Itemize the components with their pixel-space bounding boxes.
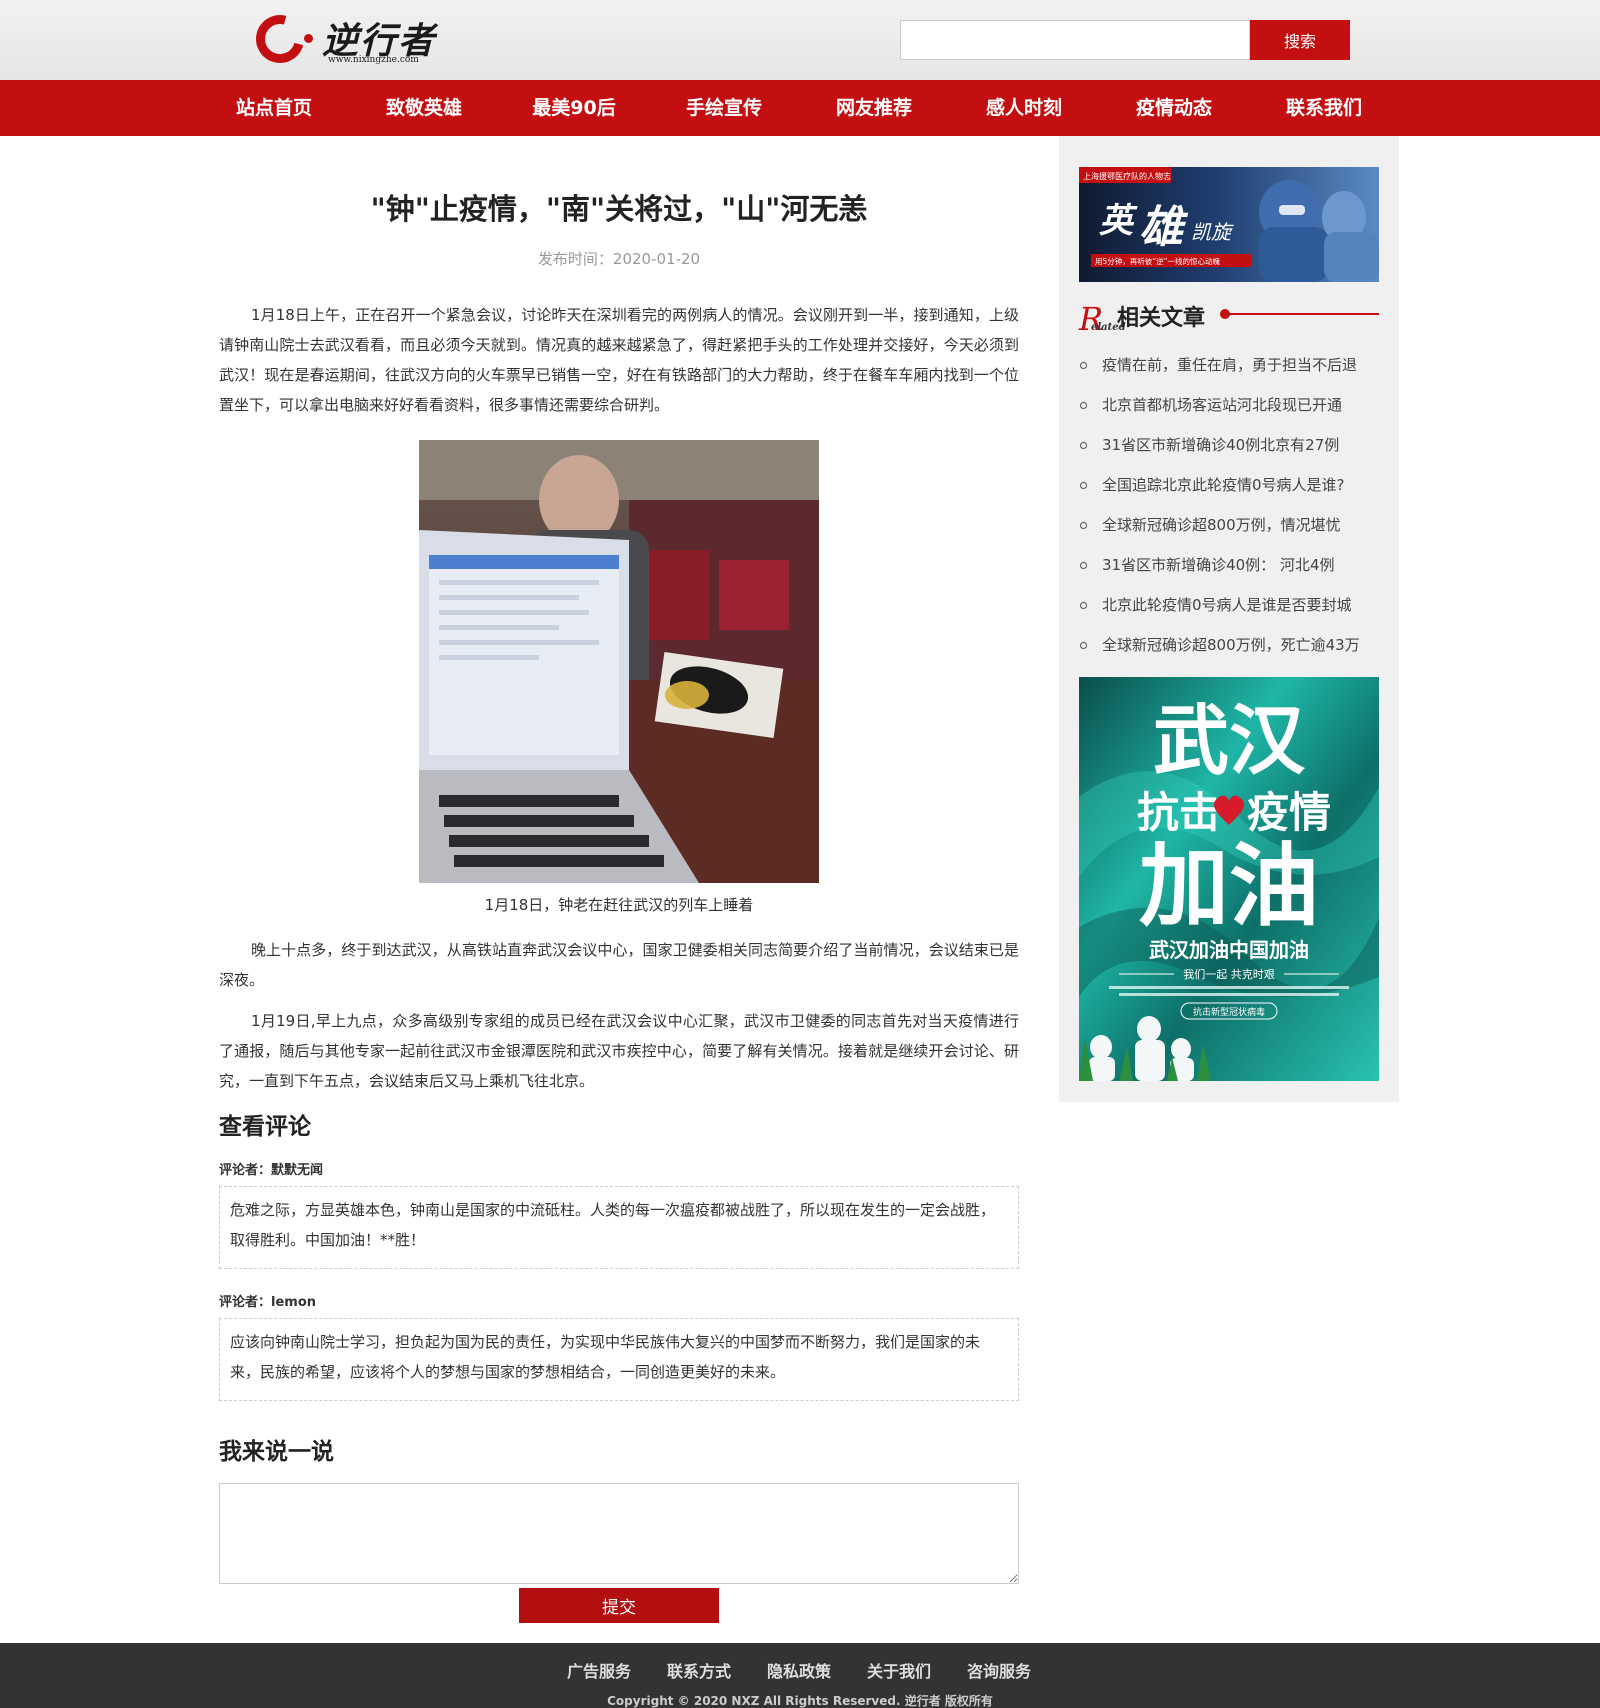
comment-textarea[interactable]	[219, 1483, 1019, 1584]
related-title: 相关文章	[1117, 306, 1206, 331]
hero-banner-tag: 上海援鄂医疗队的人物志	[1083, 171, 1171, 181]
sidebar: 上海援鄂医疗队的人物志 英 雄 凯旋 用5分钟，再听彼“逆”一线的惊心动魄 R …	[1059, 136, 1399, 1102]
nav-item-drawings[interactable]: 手绘宣传	[649, 80, 799, 136]
hero-banner-title-b: 雄	[1139, 202, 1189, 253]
footer-link-consult[interactable]: 咨询服务	[967, 1658, 1031, 1682]
comment-author: 评论者：lemon	[219, 1295, 317, 1310]
circle-bullet-icon	[1080, 522, 1087, 529]
poster-slogan: 武汉加油中国加油	[1149, 938, 1309, 962]
main-nav: 站点首页 致敬英雄 最美90后 手绘宣传 网友推荐 感人时刻 疫情动态 联系我们	[0, 80, 1600, 136]
footer-link-privacy[interactable]: 隐私政策	[767, 1658, 831, 1682]
related-article-link[interactable]: 全球新冠确诊超800万例，情况堪忧	[1079, 510, 1379, 540]
related-article-link[interactable]: 31省区市新增确诊40例北京有27例	[1079, 430, 1379, 460]
related-article-link[interactable]: 全国追踪北京此轮疫情0号病人是谁?	[1079, 470, 1379, 500]
footer-link-about[interactable]: 关于我们	[867, 1658, 931, 1682]
hero-banner-title-c: 凯旋	[1191, 220, 1234, 244]
poster-line-3: 加油	[1139, 834, 1319, 939]
logo-dot-icon	[304, 34, 313, 43]
related-article-link[interactable]: 31省区市新增确诊40例： 河北4例	[1079, 550, 1379, 580]
related-article-link[interactable]: 全球新冠确诊超800万例，死亡逾43万	[1079, 630, 1379, 660]
search-input[interactable]	[900, 20, 1250, 60]
article-pubtime: 发布时间：2020-01-20	[537, 250, 701, 268]
related-article-title: 全球新冠确诊超800万例，死亡逾43万	[1102, 636, 1360, 654]
site-header: 逆行者 www.nixingzhe.com 搜索	[0, 0, 1600, 80]
poster-sub: 我们一起 共克时艰	[1183, 967, 1275, 981]
footer-link-ads[interactable]: 广告服务	[567, 1658, 631, 1682]
related-article-link[interactable]: 疫情在前，重任在肩，勇于担当不后退	[1079, 350, 1379, 380]
circle-bullet-icon	[1080, 362, 1087, 369]
related-dot-icon	[1220, 309, 1230, 319]
poster-line-1: 武汉	[1153, 696, 1306, 785]
hero-banner-title-a: 英	[1099, 201, 1138, 241]
nav-item-home[interactable]: 站点首页	[199, 80, 349, 136]
site-logo[interactable]: 逆行者 www.nixingzhe.com	[247, 6, 446, 72]
article-photo	[419, 440, 819, 883]
nav-item-recommend[interactable]: 网友推荐	[799, 80, 949, 136]
hero-banner[interactable]: 上海援鄂医疗队的人物志 英 雄 凯旋 用5分钟，再听彼“逆”一线的惊心动魄	[1079, 167, 1379, 282]
nav-item-epidemic[interactable]: 疫情动态	[1099, 80, 1249, 136]
related-header: R elated 相关文章	[1079, 296, 1379, 338]
circle-bullet-icon	[1080, 442, 1087, 449]
logo-url: www.nixingzhe.com	[328, 55, 419, 65]
search-button[interactable]: 搜索	[1250, 20, 1350, 60]
comment-text: 危难之际，方显英雄本色，钟南山是国家的中流砥柱。人类的每一次瘟疫都被战胜了，所以…	[219, 1186, 1019, 1269]
nav-item-post90[interactable]: 最美90后	[499, 80, 649, 136]
wuhan-poster-art: 武汉 抗击 疫情 加油 武汉加油中国加油 我们一起 共克时艰 抗击新型冠状病毒	[1079, 677, 1379, 1081]
hero-banner-sub: 用5分钟，再听彼“逆”一线的惊心动魄	[1095, 256, 1221, 266]
related-article-title: 全国追踪北京此轮疫情0号病人是谁?	[1102, 476, 1345, 494]
hero-banner-art: 上海援鄂医疗队的人物志 英 雄 凯旋 用5分钟，再听彼“逆”一线的惊心动魄	[1079, 167, 1379, 282]
poster-line-2a: 抗击	[1137, 788, 1221, 837]
submit-button[interactable]: 提交	[519, 1588, 719, 1623]
circle-bullet-icon	[1080, 642, 1087, 649]
related-article-title: 疫情在前，重任在肩，勇于担当不后退	[1102, 356, 1358, 374]
reply-heading: 我来说一说	[219, 1439, 334, 1465]
related-article-link[interactable]: 北京此轮疫情0号病人是谁是否要封城	[1079, 590, 1379, 620]
site-footer: 广告服务 联系方式 隐私政策 关于我们 咨询服务 Copyright © 202…	[0, 1643, 1600, 1708]
comments-heading: 查看评论	[219, 1114, 311, 1140]
nav-item-moments[interactable]: 感人时刻	[949, 80, 1099, 136]
article-paragraph-2: 晚上十点多，终于到达武汉，从高铁站直奔武汉会议中心，国家卫健委相关同志简要介绍了…	[219, 941, 1019, 989]
comment-text: 应该向钟南山院士学习，担负起为国为民的责任，为实现中华民族伟大复兴的中国梦而不断…	[219, 1318, 1019, 1401]
circle-bullet-icon	[1080, 562, 1087, 569]
wuhan-poster[interactable]: 武汉 抗击 疫情 加油 武汉加油中国加油 我们一起 共克时艰 抗击新型冠状病毒	[1079, 677, 1379, 1081]
poster-tag: 抗击新型冠状病毒	[1193, 1006, 1265, 1018]
circle-bullet-icon	[1080, 402, 1087, 409]
circle-bullet-icon	[1080, 482, 1087, 489]
article-paragraph-3: 1月19日,早上九点，众多高级别专家组的成员已经在武汉会议中心汇聚，武汉市卫健委…	[219, 1012, 1019, 1090]
logo-mark-icon	[247, 6, 313, 72]
comment-author: 评论者：默默无闻	[219, 1163, 324, 1178]
related-article-title: 北京此轮疫情0号病人是谁是否要封城	[1102, 596, 1352, 614]
train-photo-illustration	[419, 440, 819, 883]
footer-copyright: Copyright © 2020 NXZ All Rights Reserved…	[607, 1694, 993, 1708]
related-divider	[1224, 313, 1379, 315]
related-article-title: 全球新冠确诊超800万例，情况堪忧	[1102, 516, 1341, 534]
nav-item-contact[interactable]: 联系我们	[1249, 80, 1399, 136]
article-paragraph-1: 1月18日上午，正在召开一个紧急会议，讨论昨天在深圳看完的两例病人的情况。会议刚…	[219, 306, 1019, 414]
circle-bullet-icon	[1080, 602, 1087, 609]
footer-link-contact[interactable]: 联系方式	[667, 1658, 731, 1682]
related-article-title: 北京首都机场客运站河北段现已开通	[1102, 396, 1343, 414]
related-article-link[interactable]: 北京首都机场客运站河北段现已开通	[1079, 390, 1379, 420]
related-article-title: 31省区市新增确诊40例： 河北4例	[1102, 556, 1335, 574]
nav-item-heroes[interactable]: 致敬英雄	[349, 80, 499, 136]
article-title: "钟"止疫情，"南"关将过，"山"河无恙	[370, 192, 868, 226]
photo-caption: 1月18日，钟老在赶往武汉的列车上睡着	[484, 896, 754, 914]
poster-line-2b: 疫情	[1247, 788, 1331, 837]
related-article-title: 31省区市新增确诊40例北京有27例	[1102, 436, 1340, 454]
